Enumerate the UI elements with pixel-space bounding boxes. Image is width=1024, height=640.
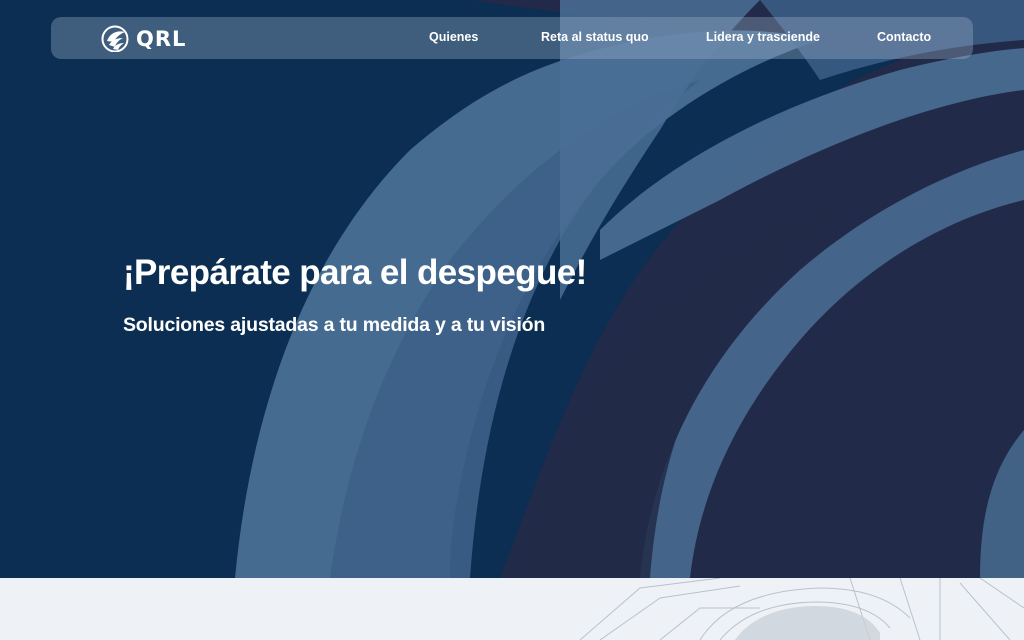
hero-subtitle: Soluciones ajustadas a tu medida y a tu … [123, 314, 546, 336]
brand-name: QRL [136, 26, 187, 51]
nav-link-contacto[interactable]: Contacto [877, 30, 931, 44]
hero-section: QRL Quienes Reta al status quo Lidera y … [0, 0, 1024, 578]
nav-link-reta-al-status-quo[interactable]: Reta al status quo [541, 30, 649, 44]
eagle-emblem-icon [101, 25, 129, 52]
nav-link-quienes[interactable]: Quienes [429, 30, 478, 44]
nav-link-lidera-y-trasciende[interactable]: Lidera y trasciende [706, 30, 820, 44]
top-navigation-bar: QRL Quienes Reta al status quo Lidera y … [51, 17, 973, 59]
next-section-preview [0, 578, 1024, 640]
blueprint-drawing-decoration [579, 578, 1024, 640]
brand-logo[interactable]: QRL [101, 25, 186, 52]
hero-title: ¡Prepárate para el despegue! [123, 253, 587, 292]
